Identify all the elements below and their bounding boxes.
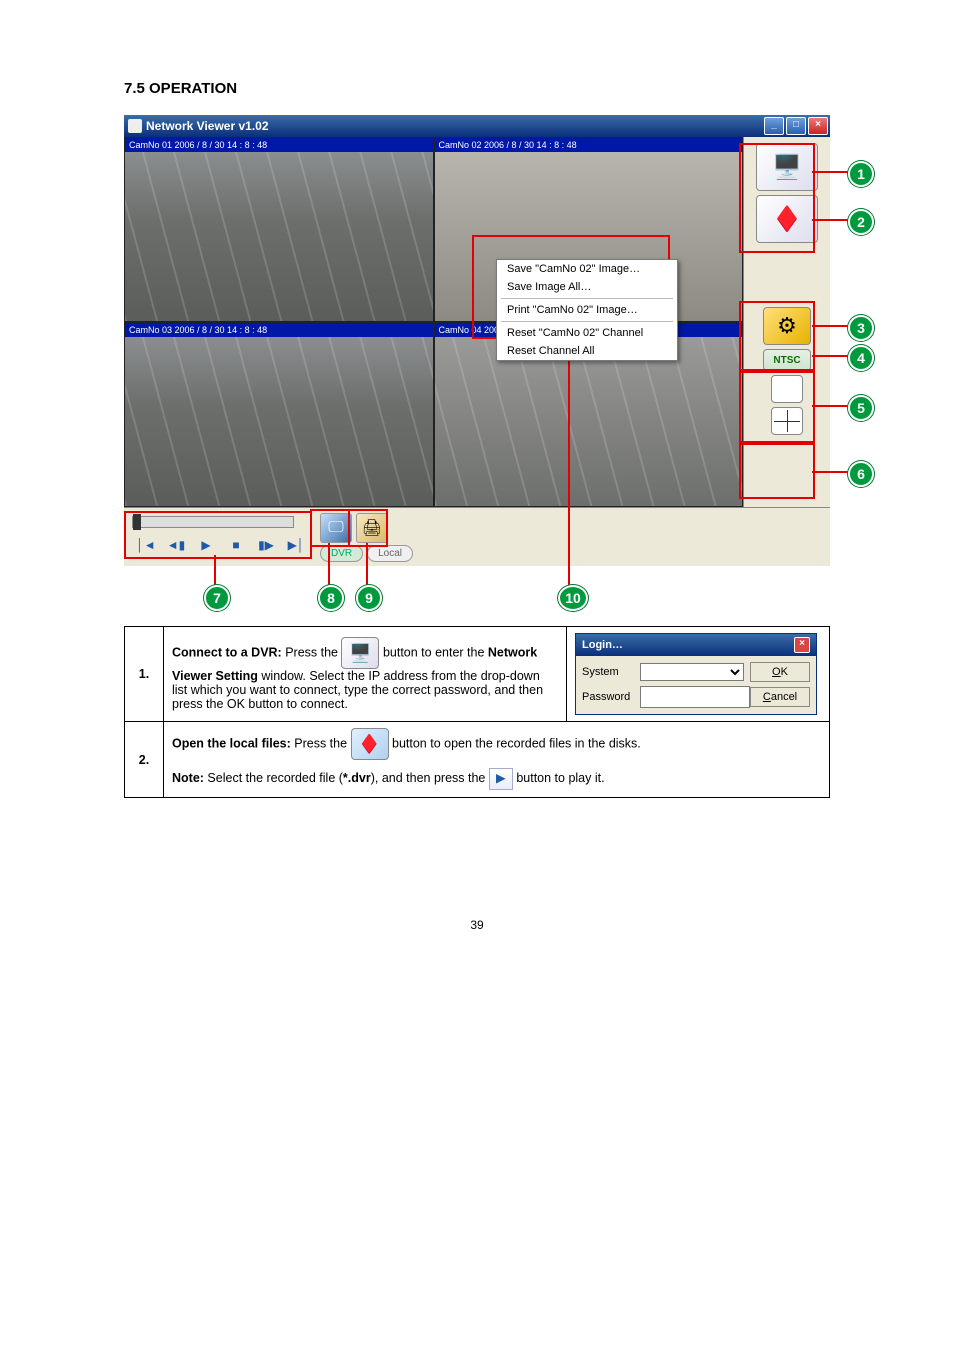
app-icon <box>128 119 142 133</box>
login-password-label: Password <box>582 691 634 703</box>
ctx-separator <box>501 321 673 322</box>
window-titlebar: Network Viewer v1.02 _ □ × <box>124 115 830 137</box>
operations-table: 1. Connect to a DVR: Press the 🖥️ button… <box>124 626 830 798</box>
ctx-print-image[interactable]: Print "CamNo 02" Image… <box>497 301 677 319</box>
login-password-input[interactable] <box>640 686 750 708</box>
login-ok-button[interactable]: OK <box>750 662 810 682</box>
login-dialog: Login… × System OK Password Cancel <box>575 633 817 715</box>
connect-icon: 🖥️ <box>341 637 379 669</box>
cam-info-1: CamNo 01 2006 / 8 / 30 14 : 8 : 48 <box>125 138 433 152</box>
open-local-icon: ♦️ <box>351 728 389 760</box>
close-icon[interactable]: × <box>808 117 828 135</box>
marker-5: 5 <box>848 395 874 421</box>
login-close-icon[interactable]: × <box>794 637 810 653</box>
marker-4: 4 <box>848 345 874 371</box>
login-title: Login… <box>582 639 623 651</box>
row-2-desc: Open the local files: Press the ♦️ butto… <box>164 722 830 798</box>
cam-image-3 <box>125 337 433 506</box>
row-2-num: 2. <box>125 722 164 798</box>
tab-local[interactable]: Local <box>367 545 413 562</box>
cam-panel-1[interactable]: CamNo 01 2006 / 8 / 30 14 : 8 : 48 <box>124 137 434 322</box>
window-title: Network Viewer v1.02 <box>146 119 269 133</box>
marker-9: 9 <box>356 585 382 611</box>
cam-panel-3[interactable]: CamNo 03 2006 / 8 / 30 14 : 8 : 48 <box>124 322 434 507</box>
ctx-save-image[interactable]: Save "CamNo 02" Image… <box>497 260 677 278</box>
login-cancel-button[interactable]: Cancel <box>750 687 810 707</box>
marker-10: 10 <box>558 585 588 611</box>
login-system-label: System <box>582 666 634 678</box>
ctx-reset-channel-all[interactable]: Reset Channel All <box>497 342 677 360</box>
cam-image-4 <box>435 337 743 506</box>
ctx-separator <box>501 298 673 299</box>
play-icon: ▶ <box>489 768 513 790</box>
minimize-icon[interactable]: _ <box>764 117 784 135</box>
marker-3: 3 <box>848 315 874 341</box>
context-menu: Save "CamNo 02" Image… Save Image All… P… <box>496 259 678 361</box>
marker-6: 6 <box>848 461 874 487</box>
section-heading: 7.5 OPERATION <box>124 80 830 97</box>
cam-info-2: CamNo 02 2006 / 8 / 30 14 : 8 : 48 <box>435 138 743 152</box>
ctx-reset-channel[interactable]: Reset "CamNo 02" Channel <box>497 324 677 342</box>
app-window: Network Viewer v1.02 _ □ × CamNo 01 2006… <box>124 115 830 566</box>
row-1-desc: Connect to a DVR: Press the 🖥️ button to… <box>164 627 567 722</box>
page-number: 39 <box>124 918 830 932</box>
ctx-save-image-all[interactable]: Save Image All… <box>497 278 677 296</box>
maximize-icon[interactable]: □ <box>786 117 806 135</box>
marker-1: 1 <box>848 161 874 187</box>
cam-info-3: CamNo 03 2006 / 8 / 30 14 : 8 : 48 <box>125 323 433 337</box>
marker-8: 8 <box>318 585 344 611</box>
video-grid: CamNo 01 2006 / 8 / 30 14 : 8 : 48 CamNo… <box>124 137 743 507</box>
row-1-login-cell: Login… × System OK Password Cancel <box>567 627 830 722</box>
marker-2: 2 <box>848 209 874 235</box>
tab-dvr[interactable]: DVR <box>320 545 363 562</box>
login-system-select[interactable] <box>640 663 744 681</box>
cam-image-1 <box>125 152 433 321</box>
marker-7: 7 <box>204 585 230 611</box>
row-1-num: 1. <box>125 627 164 722</box>
